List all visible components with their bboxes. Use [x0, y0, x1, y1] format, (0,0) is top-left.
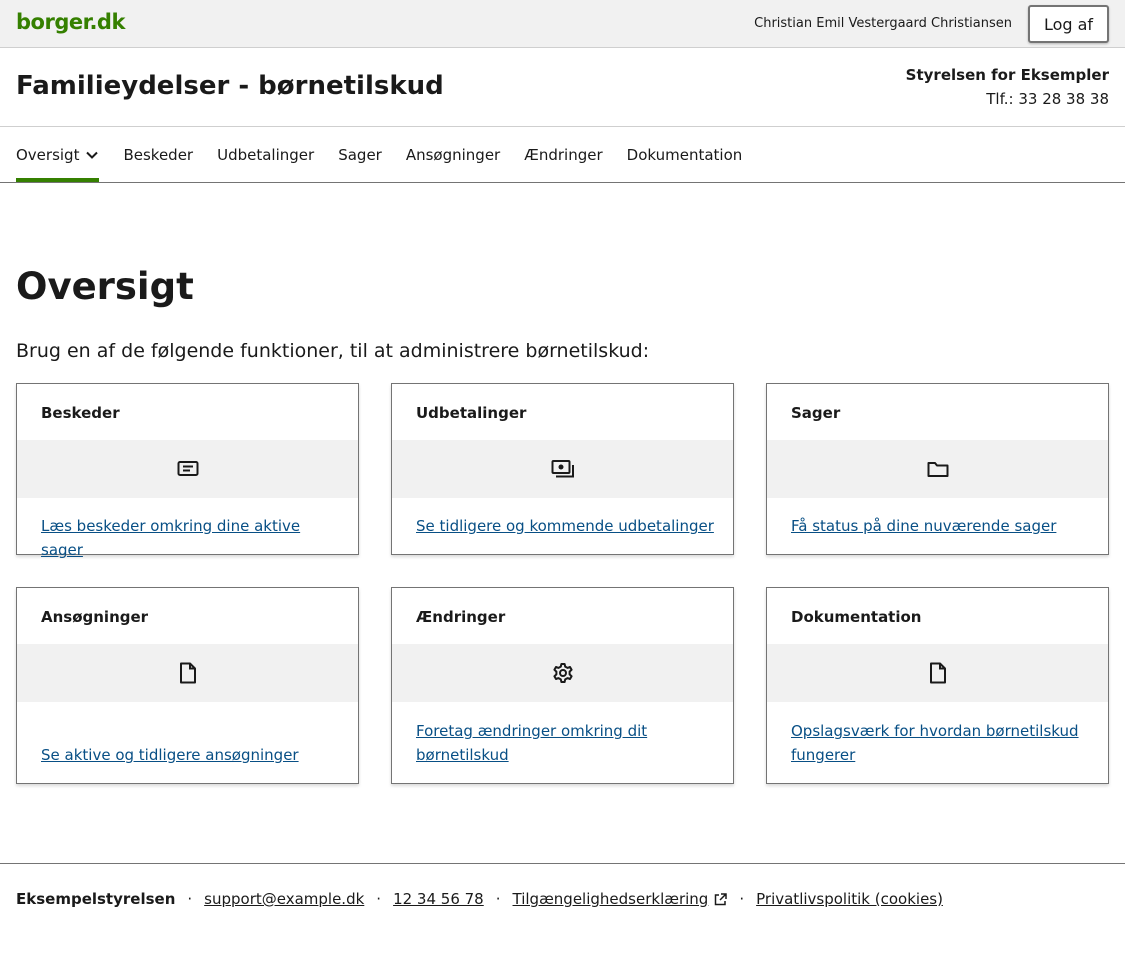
nav-item-beskeder[interactable]: Beskeder: [123, 127, 193, 182]
user-name: Christian Emil Vestergaard Christiansen: [754, 16, 1012, 31]
message-icon: [177, 461, 198, 476]
card-udbetalinger[interactable]: Udbetalinger Se tidligere og kommende ud…: [391, 383, 734, 555]
nav-item-udbetalinger[interactable]: Udbetalinger: [217, 127, 314, 182]
card-aendringer[interactable]: Ændringer Foretag ændringer omkring dit …: [391, 587, 734, 784]
card-dokumentation[interactable]: Dokumentation Opslagsværk for hvordan bø…: [766, 587, 1109, 784]
card-title: Ansøgninger: [41, 608, 149, 626]
page-title: Oversigt: [16, 265, 194, 308]
card-title: Dokumentation: [791, 608, 922, 626]
card-ansoegninger[interactable]: Ansøgninger Se aktive og tidligere ansøg…: [16, 587, 359, 784]
card-icon-band: [17, 644, 358, 702]
chevron-down-icon: [86, 151, 99, 159]
separator-dot: ·: [376, 890, 382, 908]
card-link[interactable]: Få status på dine nuværende sager: [791, 514, 1091, 538]
nav-item-aendringer[interactable]: Ændringer: [524, 127, 602, 182]
card-title: Beskeder: [41, 404, 120, 422]
card-title: Udbetalinger: [416, 404, 527, 422]
card-beskeder[interactable]: Beskeder Læs beskeder omkring dine aktiv…: [16, 383, 359, 559]
footer-divider: [0, 863, 1125, 864]
intro-text: Brug en af de følgende funktioner, til a…: [16, 340, 650, 362]
card-sager[interactable]: Sager Få status på dine nuværende sager: [766, 383, 1109, 555]
card-icon-band: [392, 440, 733, 498]
gear-icon: [552, 663, 573, 683]
money-icon: [551, 460, 574, 478]
nav-item-oversigt[interactable]: Oversigt: [16, 127, 100, 183]
footer-org-name: Eksempelstyrelsen: [16, 890, 176, 908]
card-title: Sager: [791, 404, 841, 422]
separator-dot: ·: [739, 890, 745, 908]
card-link[interactable]: Opslagsværk for hvordan børnetilskud fun…: [791, 719, 1091, 767]
nav-divider: [0, 182, 1125, 183]
separator-dot: ·: [187, 890, 193, 908]
nav-item-ansoegninger[interactable]: Ansøgninger: [406, 127, 500, 182]
external-link-icon: [715, 892, 728, 905]
page-header-title: Familieydelser - børnetilskud: [16, 71, 444, 101]
footer-accessibility-link[interactable]: Tilgængelighedserklæring: [513, 890, 709, 908]
separator-dot: ·: [495, 890, 501, 908]
logout-button[interactable]: Log af: [1028, 5, 1109, 43]
nav-item-sager[interactable]: Sager: [338, 127, 382, 182]
main-nav: Oversigt Beskeder Udbetalinger Sager Ans…: [16, 127, 766, 183]
card-icon-band: [767, 440, 1108, 498]
document-icon: [929, 662, 946, 684]
card-link[interactable]: Se aktive og tidligere ansøgninger: [41, 743, 341, 767]
nav-item-label: Oversigt: [16, 145, 80, 164]
footer: Eksempelstyrelsen · support@example.dk ·…: [16, 890, 943, 908]
agency-phone: Tlf.: 33 28 38 38: [986, 90, 1109, 108]
card-link[interactable]: Læs beskeder omkring dine aktive sager: [41, 514, 341, 562]
card-icon-band: [392, 644, 733, 702]
top-bar: borger.dk Christian Emil Vestergaard Chr…: [0, 0, 1125, 48]
card-icon-band: [17, 440, 358, 498]
document-icon: [179, 662, 196, 684]
footer-email-link[interactable]: support@example.dk: [204, 890, 364, 908]
card-icon-band: [767, 644, 1108, 702]
card-link[interactable]: Foretag ændringer omkring dit børnetilsk…: [416, 719, 716, 767]
footer-privacy-link[interactable]: Privatlivspolitik (cookies): [756, 890, 943, 908]
footer-phone-link[interactable]: 12 34 56 78: [393, 890, 484, 908]
agency-name: Styrelsen for Eksempler: [905, 66, 1109, 84]
card-title: Ændringer: [416, 608, 506, 626]
borger-dk-logo[interactable]: borger.dk: [16, 10, 125, 34]
card-link[interactable]: Se tidligere og kommende udbetalinger: [416, 514, 716, 538]
folder-icon: [927, 462, 948, 477]
nav-item-dokumentation[interactable]: Dokumentation: [627, 127, 743, 182]
